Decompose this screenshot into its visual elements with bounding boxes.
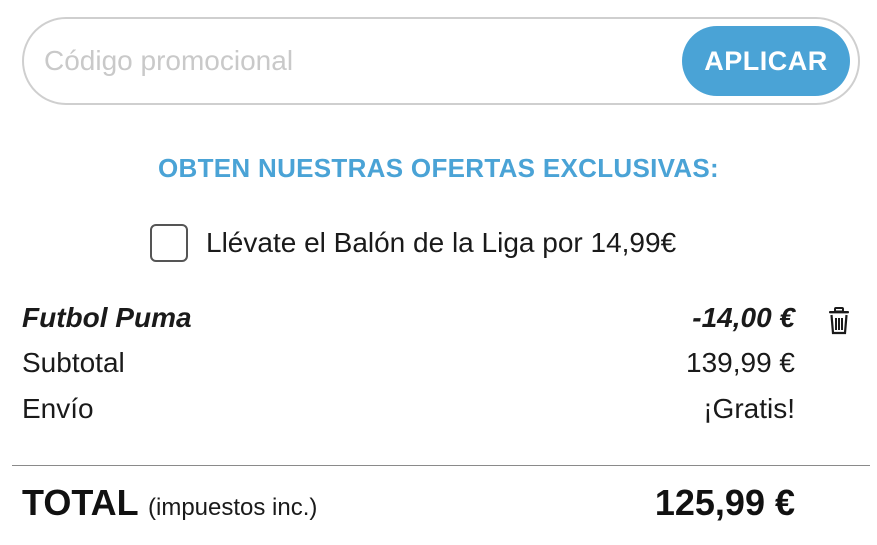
total-label: TOTAL (impuestos inc.) [22, 482, 317, 524]
offer-checkbox[interactable] [150, 224, 188, 262]
subtotal-label: Subtotal [22, 347, 125, 378]
total-value: 125,99 € [654, 482, 795, 523]
discount-label: Futbol Puma [22, 302, 192, 333]
subtotal-value: 139,99 € [686, 347, 795, 378]
promo-code-input[interactable] [44, 31, 664, 91]
total-tax-note: (impuestos inc.) [148, 494, 318, 521]
total-title: TOTAL [22, 482, 138, 523]
discount-value: -14,00 € [692, 302, 795, 333]
promo-code-form: APLICAR [22, 17, 860, 105]
offer-label: Llévate el Balón de la Liga por 14,99€ [206, 227, 677, 258]
summary-divider [12, 465, 870, 466]
apply-promo-button[interactable]: APLICAR [682, 26, 850, 96]
offers-title: OBTEN NUESTRAS OFERTAS EXCLUSIVAS: [157, 153, 720, 183]
shipping-label: Envío [22, 393, 94, 424]
trash-icon[interactable] [826, 307, 852, 335]
shipping-value: ¡Gratis! [703, 393, 795, 424]
offer-item[interactable]: Llévate el Balón de la Liga por 14,99€ [150, 224, 676, 262]
